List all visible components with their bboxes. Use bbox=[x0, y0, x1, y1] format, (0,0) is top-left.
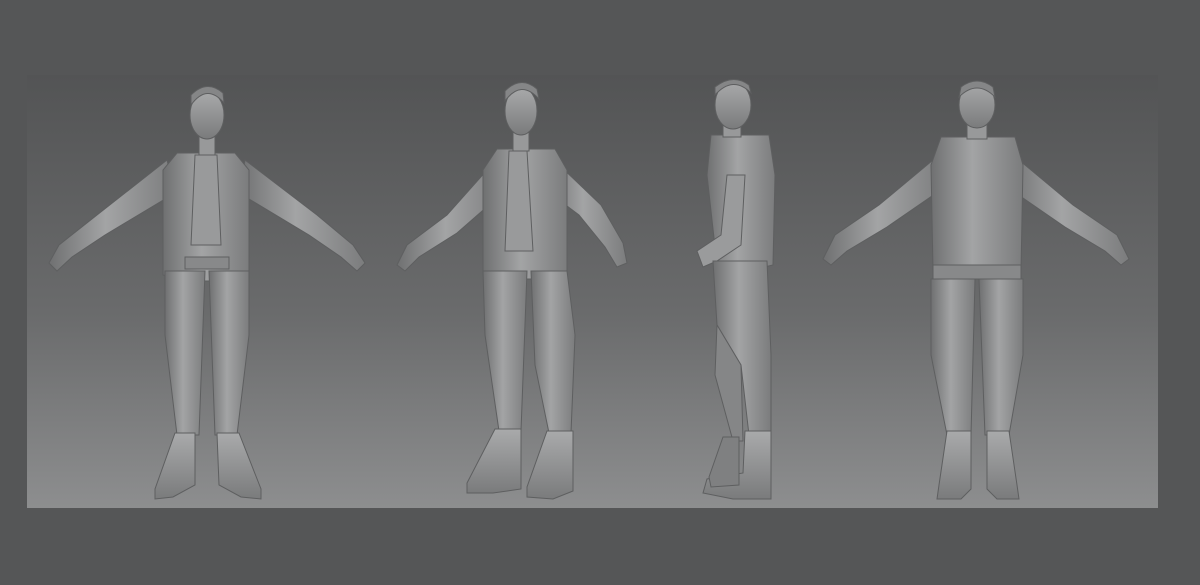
sculpt-viewport bbox=[27, 75, 1158, 508]
back-view-figure bbox=[822, 80, 1130, 500]
three-quarter-view-figure bbox=[396, 82, 628, 500]
turnaround-render bbox=[48, 79, 1130, 500]
front-view-figure bbox=[48, 86, 366, 500]
side-view-figure bbox=[696, 79, 776, 500]
